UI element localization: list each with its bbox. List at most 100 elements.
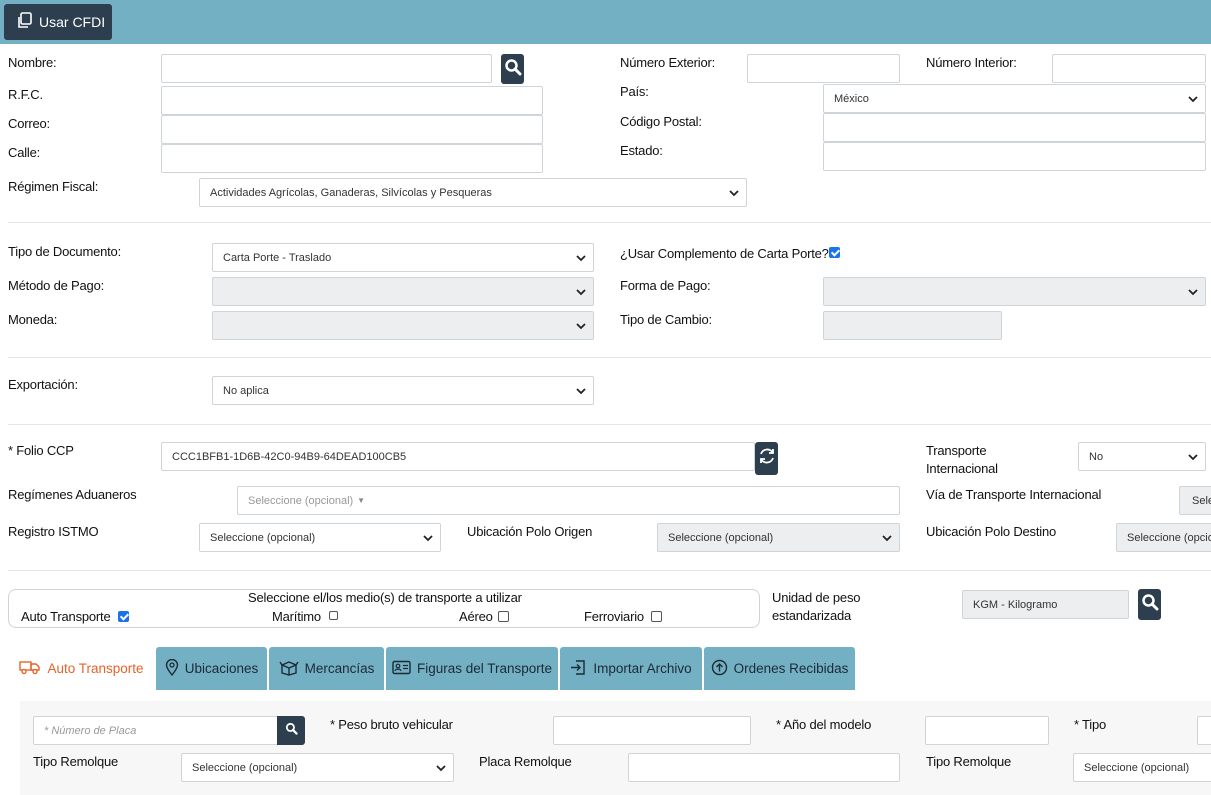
- complemento-carta-porte-checkbox[interactable]: [829, 247, 840, 258]
- chevron-down-icon: [1187, 286, 1199, 298]
- search-icon: [1141, 593, 1159, 616]
- maritimo-checkbox[interactable]: [329, 611, 338, 620]
- usar-cfdi-label: Usar CFDI: [39, 14, 106, 30]
- transporte-internacional-label-1: Transporte: [926, 443, 987, 458]
- import-icon: [570, 659, 587, 679]
- id-card-icon: [392, 660, 411, 678]
- registro-istmo-select[interactable]: Seleccione (opcional): [199, 523, 441, 552]
- moneda-select[interactable]: [212, 311, 594, 340]
- metodo-pago-label: Método de Pago:: [8, 278, 105, 293]
- truck-icon: [19, 659, 41, 678]
- tipo-cambio-label: Tipo de Cambio:: [620, 312, 712, 327]
- chevron-down-icon: [1187, 93, 1199, 105]
- pais-select[interactable]: México: [823, 84, 1206, 113]
- ubicacion-polo-origen-select[interactable]: Seleccione (opcional): [657, 523, 900, 552]
- aereo-option-label: Aéreo: [459, 609, 493, 624]
- tab-figuras-transporte-label: Figuras del Transporte: [416, 661, 553, 676]
- tipo-remolque-select[interactable]: Seleccione (opcional): [181, 753, 454, 782]
- tipo-select[interactable]: [1197, 716, 1211, 745]
- transporte-internacional-value: No: [1089, 450, 1104, 463]
- placa-remolque-label: Placa Remolque: [479, 754, 572, 769]
- tipo-cambio-input[interactable]: [823, 311, 1002, 340]
- chevron-down-icon: [422, 532, 434, 544]
- copy-icon: [16, 12, 33, 32]
- rfc-input[interactable]: [161, 86, 543, 115]
- nombre-input[interactable]: [161, 54, 492, 83]
- unidad-peso-input[interactable]: KGM - Kilogramo: [962, 590, 1129, 619]
- refresh-folio-button[interactable]: [755, 442, 778, 475]
- regimenes-aduaneros-multiselect[interactable]: Seleccione (opcional) ▼: [237, 486, 900, 515]
- exportacion-select[interactable]: No aplica: [212, 376, 594, 405]
- tipo-documento-select[interactable]: Carta Porte - Traslado: [212, 243, 594, 272]
- chevron-down-icon: [881, 532, 893, 544]
- tab-auto-transporte[interactable]: Auto Transporte: [8, 647, 155, 690]
- search-unidad-button[interactable]: [1138, 589, 1161, 620]
- numero-placa-input[interactable]: * Número de Placa: [33, 716, 278, 745]
- tipo-remolque-label: Tipo Remolque: [33, 754, 119, 769]
- folio-ccp-value: CCC1BFB1-1D6B-42C0-94B9-64DEAD100CB5: [172, 450, 407, 463]
- metodo-pago-select[interactable]: [212, 277, 594, 306]
- tab-mercancias[interactable]: Mercancías: [269, 647, 384, 690]
- folio-ccp-input[interactable]: CCC1BFB1-1D6B-42C0-94B9-64DEAD100CB5: [161, 442, 755, 471]
- numero-exterior-input[interactable]: [747, 54, 900, 83]
- upload-circle-icon: [711, 659, 728, 679]
- numero-interior-input[interactable]: [1052, 54, 1206, 83]
- tab-ordenes-recibidas-label: Ordenes Recibidas: [733, 661, 849, 676]
- tab-figuras-transporte[interactable]: Figuras del Transporte: [386, 647, 558, 690]
- codigo-postal-label: Código Postal:: [620, 114, 702, 129]
- via-transporte-value: Sele: [1192, 494, 1211, 507]
- refresh-icon: [757, 446, 777, 471]
- tab-ordenes-recibidas[interactable]: Ordenes Recibidas: [704, 647, 855, 690]
- regimenes-aduaneros-placeholder: Seleccione (opcional): [248, 494, 354, 507]
- top-toolbar: Usar CFDI: [0, 0, 1211, 44]
- search-cliente-button[interactable]: [501, 54, 524, 84]
- tipo-documento-label: Tipo de Documento:: [8, 244, 121, 259]
- regimen-fiscal-select[interactable]: Actividades Agrícolas, Ganaderas, Silvíc…: [199, 178, 747, 207]
- auto-transporte-checkbox[interactable]: [118, 611, 129, 622]
- tab-ubicaciones[interactable]: Ubicaciones: [156, 647, 267, 690]
- search-icon: [504, 58, 522, 81]
- peso-bruto-label: * Peso bruto vehicular: [330, 717, 453, 732]
- anio-modelo-input[interactable]: [925, 716, 1049, 745]
- transport-mode-title: Seleccione el/los medio(s) de transporte…: [248, 590, 522, 605]
- ferroviario-checkbox[interactable]: [651, 611, 662, 622]
- map-pin-icon: [165, 658, 179, 679]
- calle-input[interactable]: [161, 144, 543, 173]
- chevron-down-icon: [575, 286, 587, 298]
- numero-placa-placeholder: * Número de Placa: [44, 724, 137, 737]
- tipo-documento-value: Carta Porte - Traslado: [223, 251, 332, 264]
- transporte-internacional-label-2: Internacional: [926, 461, 998, 476]
- correo-label: Correo:: [8, 116, 50, 131]
- ferroviario-option-label: Ferroviario: [584, 609, 644, 624]
- tipo-remolque-2-select[interactable]: Seleccione (opcional): [1073, 753, 1211, 782]
- search-icon: [285, 722, 298, 740]
- via-transporte-select[interactable]: Sele: [1179, 486, 1211, 515]
- usar-cfdi-button[interactable]: Usar CFDI: [4, 4, 112, 40]
- chevron-down-icon: [575, 385, 587, 397]
- pais-value: México: [834, 92, 869, 105]
- ubicacion-polo-destino-select[interactable]: Seleccione (opcio: [1116, 523, 1211, 552]
- unidad-peso-label-2: estandarizada: [772, 608, 852, 623]
- forma-pago-select[interactable]: [823, 277, 1206, 306]
- codigo-postal-input[interactable]: [823, 113, 1206, 142]
- ubicacion-polo-destino-label: Ubicación Polo Destino: [926, 524, 1057, 539]
- tab-importar-archivo-label: Importar Archivo: [593, 661, 692, 676]
- chevron-down-icon: [575, 320, 587, 332]
- tab-ubicaciones-label: Ubicaciones: [184, 661, 259, 676]
- folio-ccp-label: * Folio CCP: [8, 443, 74, 458]
- numero-interior-label: Número Interior:: [926, 55, 1017, 70]
- placa-remolque-input[interactable]: [628, 753, 900, 782]
- rfc-label: R.F.C.: [8, 87, 43, 102]
- search-placa-button[interactable]: [277, 716, 305, 745]
- transporte-internacional-select[interactable]: No: [1078, 442, 1206, 471]
- calle-label: Calle:: [8, 145, 41, 160]
- peso-bruto-input[interactable]: [553, 716, 751, 745]
- exportacion-value: No aplica: [223, 384, 269, 397]
- tab-importar-archivo[interactable]: Importar Archivo: [560, 647, 702, 690]
- ubicacion-polo-destino-value: Seleccione (opcio: [1127, 531, 1211, 544]
- estado-input[interactable]: [823, 142, 1206, 171]
- correo-input[interactable]: [161, 115, 543, 144]
- boxes-icon: [279, 659, 299, 679]
- registro-istmo-value: Seleccione (opcional): [210, 531, 316, 544]
- aereo-checkbox[interactable]: [498, 611, 509, 622]
